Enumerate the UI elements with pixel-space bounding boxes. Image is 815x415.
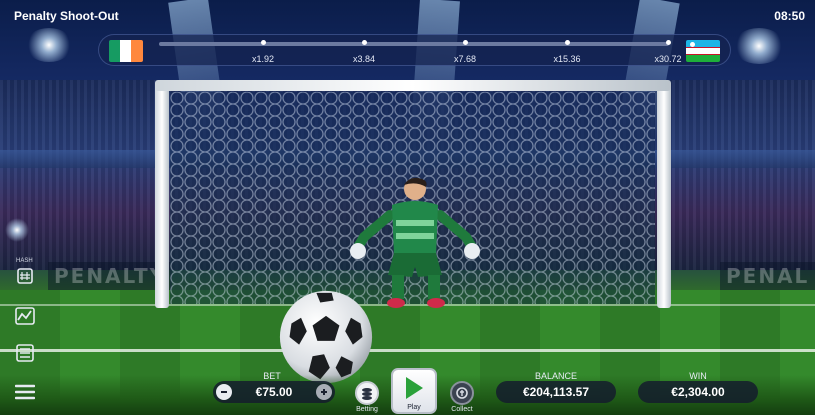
clock: 08:50: [774, 9, 805, 23]
win-value: €2,304.00: [671, 385, 725, 399]
uzbekistan-flag-icon: [686, 40, 720, 62]
balance-value: €204,113.57: [522, 385, 590, 399]
play-icon: [406, 377, 423, 399]
betting-label: Betting: [356, 406, 378, 413]
progress-step: [463, 40, 468, 45]
collect-label: Collect: [451, 406, 473, 413]
play-label: Play: [407, 404, 421, 411]
stats-button[interactable]: [14, 306, 36, 326]
pitch-line: [0, 349, 815, 352]
bet-value: €75.00: [255, 385, 293, 399]
collect-icon: [456, 387, 468, 399]
stadium-light: [25, 28, 73, 62]
menu-button[interactable]: [14, 382, 36, 402]
goal-post-right: [657, 82, 671, 308]
hash-button[interactable]: [14, 266, 36, 286]
soccer-ball[interactable]: [277, 289, 375, 385]
progress-step: [565, 40, 570, 45]
progress-track: [159, 42, 669, 46]
ireland-flag-icon: [109, 40, 143, 62]
betting-button[interactable]: [355, 381, 379, 405]
goal-post-left: [155, 82, 169, 308]
hash-label: HASH: [16, 258, 33, 264]
multiplier-label: x15.36: [553, 54, 581, 64]
multiplier-label: x7.68: [453, 54, 477, 64]
win-field: €2,304.00: [638, 381, 758, 403]
menu-icon: [15, 384, 35, 400]
balance-field: €204,113.57: [496, 381, 616, 403]
stadium-light: [5, 218, 29, 242]
ad-board-left: PENALTY: [48, 262, 173, 292]
coins-icon: [362, 388, 372, 400]
minus-icon: [221, 391, 227, 393]
collect-button[interactable]: [450, 381, 474, 405]
bet-label: BET: [263, 371, 281, 381]
multiplier-label: x30.72: [654, 54, 682, 64]
progress-step: [261, 40, 266, 45]
history-button[interactable]: [14, 343, 36, 363]
plus-icon: [321, 389, 327, 395]
progress-step: [666, 40, 671, 45]
ad-board-right: PENAL: [720, 262, 815, 292]
multiplier-progress: x1.92 x3.84 x7.68 x15.36 x30.72: [98, 34, 731, 66]
stadium-light: [733, 28, 785, 64]
history-icon: [16, 344, 34, 362]
stats-icon: [15, 307, 35, 325]
game-title: Penalty Shoot-Out: [14, 9, 119, 23]
hash-icon: [17, 268, 33, 284]
balance-label: BALANCE: [534, 371, 578, 381]
multiplier-label: x1.92: [251, 54, 275, 64]
bet-decrease-button[interactable]: [216, 384, 232, 400]
multiplier-label: x3.84: [352, 54, 376, 64]
bet-increase-button[interactable]: [316, 384, 332, 400]
goal-crossbar: [155, 80, 671, 91]
game-stage: PENALTY PENAL Penalty Shoot-Out 08:50 x1…: [0, 0, 815, 415]
progress-step: [362, 40, 367, 45]
win-label: WIN: [689, 371, 707, 381]
